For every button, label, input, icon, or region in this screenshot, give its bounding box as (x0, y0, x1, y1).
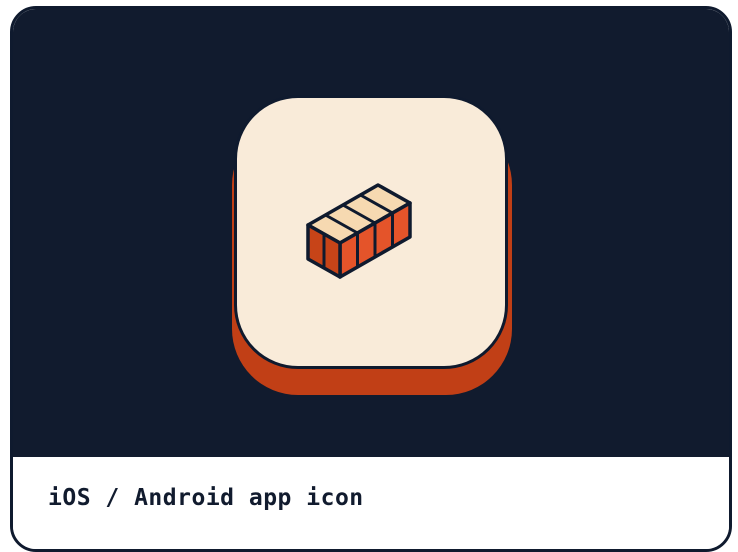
caption-label: iOS / Android app icon (48, 485, 364, 511)
caption-bar: iOS / Android app icon (13, 457, 729, 549)
app-icon-card: iOS / Android app icon (10, 6, 732, 552)
icon-preview-area (13, 9, 729, 457)
app-icon (234, 95, 508, 369)
brick-icon (306, 183, 412, 279)
